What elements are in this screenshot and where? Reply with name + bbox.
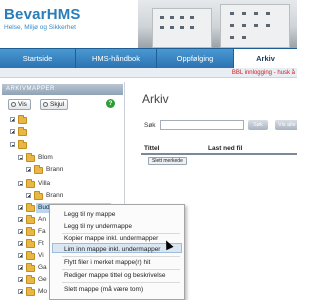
menu-item-add-folder[interactable]: Legg til ny mappe (64, 211, 115, 218)
expand-toggle-icon[interactable] (26, 167, 31, 172)
tree-item-label: Brann (46, 166, 64, 173)
search-label: Søk (144, 122, 156, 129)
tab-oppfolging[interactable]: Oppfølging (157, 49, 234, 69)
menu-separator (62, 269, 180, 270)
folder-icon (26, 202, 35, 212)
app-root: BevarHMS Helse, Miljø og Sikkerhet Start… (0, 0, 297, 300)
folder-icon (26, 286, 35, 296)
tree-item[interactable] (0, 139, 120, 150)
expand-toggle-icon[interactable] (18, 253, 23, 258)
tab-arkiv[interactable]: Arkiv (234, 49, 297, 69)
tree-item-label: Vi (38, 252, 44, 259)
folder-panel-title: ARKIVMAPPER (2, 84, 123, 95)
tree-item-label: Ga (38, 264, 47, 271)
search-button[interactable]: Søk (248, 120, 268, 130)
main-nav: Startside HMS-håndbok Oppfølging Arkiv (0, 48, 297, 69)
menu-item-copy-folder[interactable]: Kopier mappe inkl. undermapper (64, 235, 158, 242)
folder-icon (26, 226, 35, 236)
tab-hms-handbok[interactable]: HMS-håndbok (76, 49, 157, 69)
expand-toggle-icon[interactable] (18, 229, 23, 234)
hide-button[interactable]: Skjul (40, 99, 69, 110)
hide-button-label: Skjul (50, 101, 65, 108)
collapse-icon (43, 101, 48, 107)
page-title: Arkiv (142, 92, 169, 106)
tree-item-label: Ge (38, 276, 47, 283)
help-icon[interactable]: ? (106, 99, 115, 108)
show-all-button[interactable]: Vis alle (275, 120, 297, 130)
folder-icon (26, 262, 35, 272)
context-menu: Legg til ny mappe Legg til ny undermappe… (49, 204, 185, 300)
folder-icon (26, 152, 35, 162)
tree-item[interactable]: Brann (0, 164, 120, 175)
tree-item[interactable]: Fa (0, 226, 50, 237)
collapse-toggle-icon[interactable] (10, 142, 15, 147)
expand-toggle-icon[interactable] (18, 217, 23, 222)
expand-toggle-icon[interactable] (10, 129, 15, 134)
tree-item[interactable]: Ge (0, 274, 50, 285)
folder-icon (18, 139, 27, 149)
tree-item[interactable]: Villa (0, 178, 120, 189)
expand-toggle-icon[interactable] (18, 205, 23, 210)
folder-icon (26, 274, 35, 284)
column-header-title: Tittel (144, 145, 160, 152)
tree-item-label: Blom (38, 154, 53, 161)
tree-item-label: An (38, 216, 46, 223)
tree-item[interactable]: Mo (0, 286, 50, 297)
folder-icon (26, 238, 35, 248)
tab-startside[interactable]: Startside (0, 49, 76, 69)
expand-toggle-icon[interactable] (18, 289, 23, 294)
search-input[interactable] (160, 120, 244, 130)
expand-toggle-icon[interactable] (18, 241, 23, 246)
collapse-toggle-icon[interactable] (18, 155, 23, 160)
menu-separator (62, 256, 180, 257)
tree-item-label: Ft (38, 240, 44, 247)
expand-toggle-icon[interactable] (26, 193, 31, 198)
menu-item-add-subfolder[interactable]: Legg til ny undermappe (64, 223, 132, 230)
header-photo (138, 0, 297, 48)
folder-icon (26, 178, 35, 188)
tree-item[interactable]: An (0, 214, 50, 225)
menu-item-edit-folder[interactable]: Rediger mappe tittel og beskrivelse (64, 272, 166, 279)
folder-icon (26, 214, 35, 224)
logo-title[interactable]: BevarHMS (4, 6, 81, 23)
menu-item-move-files[interactable]: Flytt filer i merket mappe(r) hit (64, 259, 150, 266)
tree-item[interactable]: Brann (0, 190, 120, 201)
tree-item-label: Brann (46, 192, 64, 199)
news-bar: BBL innlogging - husk å (0, 68, 297, 78)
column-header-download: Last ned fil (208, 145, 243, 152)
expand-icon (11, 101, 16, 107)
tree-item[interactable]: Ft (0, 238, 50, 249)
tree-item[interactable]: Vi (0, 250, 50, 261)
delete-marked-button[interactable]: Slett merkede (148, 157, 187, 165)
header-divider (141, 153, 297, 155)
expand-toggle-icon[interactable] (10, 117, 15, 122)
header: BevarHMS Helse, Miljø og Sikkerhet (0, 0, 297, 48)
show-button-label: Vis (18, 101, 27, 108)
menu-separator (62, 282, 180, 283)
expand-toggle-icon[interactable] (18, 265, 23, 270)
tree-item-label: Fa (38, 228, 46, 235)
tree-item-label: Villa (38, 180, 51, 187)
collapse-toggle-icon[interactable] (18, 181, 23, 186)
logo-subtitle: Helse, Miljø og Sikkerhet (4, 24, 76, 31)
menu-separator (62, 233, 180, 234)
menu-item-paste-folder[interactable]: Lim inn mappe inkl. undermapper (64, 246, 160, 253)
folder-icon (18, 126, 27, 136)
tree-item[interactable] (0, 114, 120, 125)
folder-icon (26, 250, 35, 260)
tree-item[interactable]: Blom (0, 152, 120, 163)
tree-item-label: Mo (38, 288, 48, 295)
menu-item-delete-folder[interactable]: Slett mappe (må være tom) (64, 286, 143, 293)
folder-icon (34, 164, 43, 174)
folder-icon (18, 114, 27, 124)
expand-toggle-icon[interactable] (18, 277, 23, 282)
show-button[interactable]: Vis (8, 99, 31, 110)
folder-icon (34, 190, 43, 200)
tree-item[interactable] (0, 126, 120, 137)
news-ticker[interactable]: BBL innlogging - husk å (232, 68, 295, 78)
tree-item[interactable]: Ga (0, 262, 50, 273)
